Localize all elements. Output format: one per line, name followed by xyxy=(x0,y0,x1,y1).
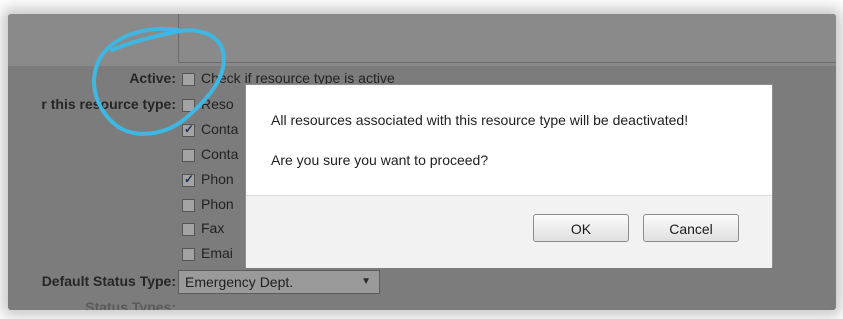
highlight-circle-annotation xyxy=(92,26,226,136)
